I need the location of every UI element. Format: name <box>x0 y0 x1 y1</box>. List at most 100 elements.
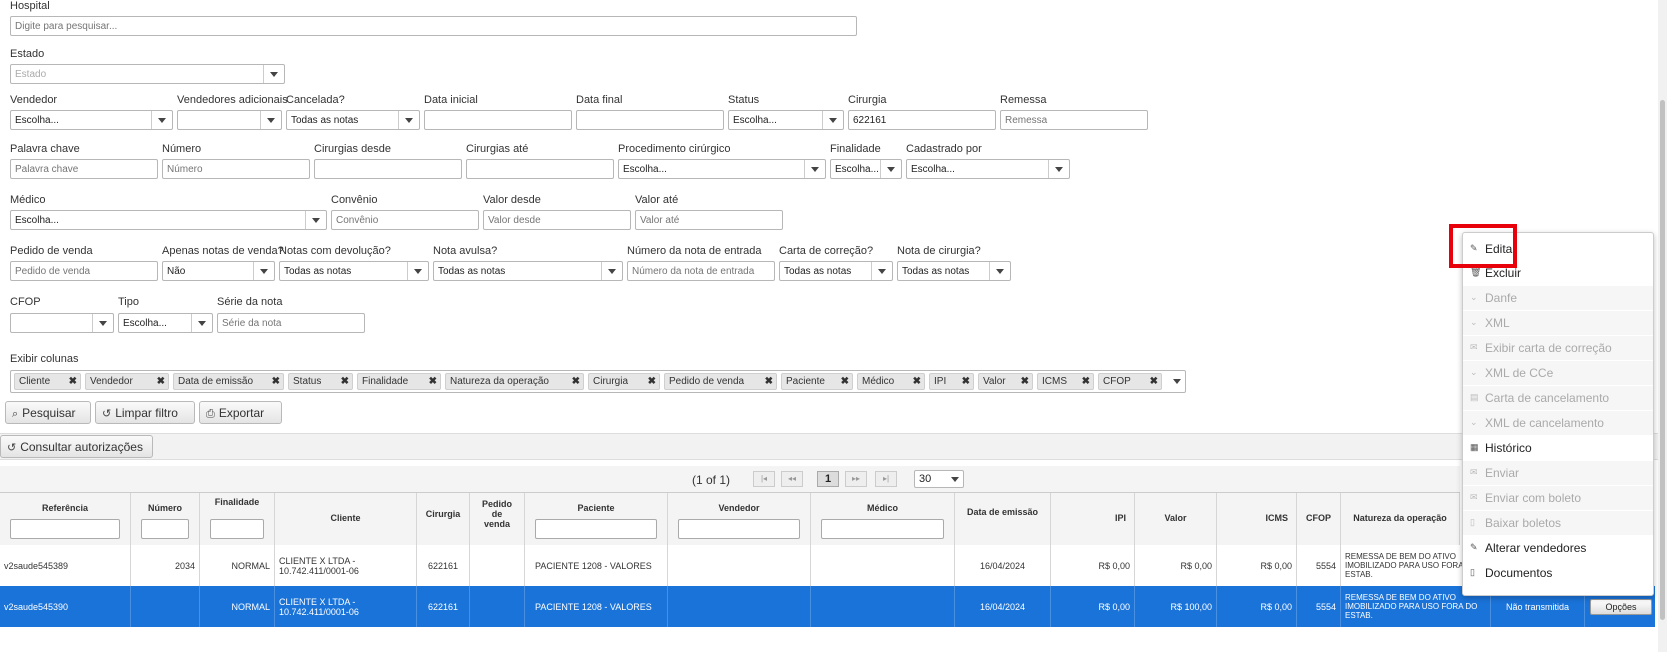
col-finalidade[interactable]: Finalidade <box>200 493 275 545</box>
pedido-venda-input[interactable] <box>10 261 158 281</box>
finalidade-select[interactable]: Escolha... <box>830 159 902 179</box>
procedimento-select[interactable]: Escolha... <box>618 159 826 179</box>
apenas-notas-venda-select[interactable]: Não <box>162 261 275 281</box>
cfop-select[interactable] <box>10 313 114 333</box>
hospital-input[interactable] <box>10 16 857 36</box>
chevron-down-icon <box>398 111 419 129</box>
column-filter-input[interactable] <box>678 519 800 539</box>
remove-tag-icon[interactable]: ✖ <box>272 376 280 387</box>
cirurgias-desde-input[interactable] <box>314 159 462 179</box>
estado-select[interactable]: Estado <box>10 64 285 84</box>
convenio-input[interactable] <box>331 210 479 230</box>
col-icms[interactable]: ICMS <box>1217 493 1297 545</box>
chevron-down-icon <box>92 314 113 332</box>
medico-select[interactable]: Escolha... <box>10 210 327 230</box>
menu-item-alterar-vendedores[interactable]: ✎ Alterar vendedores <box>1463 536 1653 560</box>
table-row-selected[interactable]: v2saude545390 NORMAL CLIENTE X LTDA - 10… <box>0 586 1655 627</box>
opcoes-button[interactable]: Opções <box>1590 599 1652 615</box>
refresh-icon: ↺ <box>102 408 112 420</box>
status-select[interactable]: Escolha... <box>728 110 844 130</box>
valor-desde-label: Valor desde <box>483 194 541 206</box>
refresh-icon: ↺ <box>7 442 17 454</box>
chevron-icon: ⌄ <box>1470 367 1478 377</box>
remove-tag-icon[interactable]: ✖ <box>1082 376 1090 387</box>
remove-tag-icon[interactable]: ✖ <box>962 376 970 387</box>
columns-multiselect[interactable]: Cliente ✖ Vendedor ✖ Data de emissão ✖ Stat… <box>10 370 1186 393</box>
next-page-icon[interactable]: ▸▸ <box>845 471 867 487</box>
cirurgias-ate-input[interactable] <box>466 159 614 179</box>
scrollbar-thumb[interactable] <box>1660 100 1665 620</box>
remove-tag-icon[interactable]: ✖ <box>157 376 165 387</box>
cadastrado-por-select[interactable]: Escolha... <box>906 159 1070 179</box>
col-natureza[interactable]: Natureza da operação <box>1341 493 1460 545</box>
chevron-down-icon <box>151 111 172 129</box>
col-cfop[interactable]: CFOP <box>1297 493 1341 545</box>
data-inicial-input[interactable] <box>424 110 572 130</box>
numero-input[interactable] <box>162 159 310 179</box>
data-final-input[interactable] <box>576 110 724 130</box>
column-filter-input[interactable] <box>10 519 120 539</box>
prev-page-icon[interactable]: ◂◂ <box>781 471 803 487</box>
column-filter-input[interactable] <box>535 519 657 539</box>
consultar-autorizacoes-button[interactable]: ↺ Consultar autorizações <box>0 435 153 458</box>
remove-tag-icon[interactable]: ✖ <box>913 376 921 387</box>
notas-devolucao-select[interactable]: Todas as notas <box>279 261 429 281</box>
table-header: Referência Número Finalidade Cliente Cir… <box>0 492 1460 546</box>
chevron-down-icon <box>260 111 281 129</box>
column-filter-input[interactable] <box>210 519 264 539</box>
table-row[interactable]: v2saude545389 2034 NORMAL CLIENTE X LTDA… <box>0 545 1655 587</box>
valor-ate-input[interactable] <box>635 210 783 230</box>
exportar-button[interactable]: ⎙ Exportar <box>199 401 282 424</box>
last-page-icon[interactable]: ▸| <box>875 471 897 487</box>
col-cliente[interactable]: Cliente <box>275 493 417 545</box>
nota-cirurgia-select[interactable]: Todas as notas <box>897 261 1011 281</box>
col-medico[interactable]: Médico <box>811 493 955 545</box>
tipo-select[interactable]: Escolha... <box>118 313 213 333</box>
limpar-filtro-button[interactable]: ↺ Limpar filtro <box>95 401 195 424</box>
palavra-chave-label: Palavra chave <box>10 143 80 155</box>
numero-nota-entrada-input[interactable] <box>627 261 775 281</box>
column-filter-input[interactable] <box>821 519 944 539</box>
valor-desde-input[interactable] <box>483 210 631 230</box>
col-pedido-venda[interactable]: Pedido de venda <box>470 493 525 545</box>
vendedores-adicionais-select[interactable] <box>177 110 282 130</box>
col-ipi[interactable]: IPI <box>1051 493 1135 545</box>
remove-tag-icon[interactable]: ✖ <box>341 376 349 387</box>
carta-correcao-select[interactable]: Todas as notas <box>779 261 893 281</box>
col-paciente[interactable]: Paciente <box>525 493 668 545</box>
chevron-down-icon <box>191 314 212 332</box>
serie-nota-input[interactable] <box>217 313 365 333</box>
cancelada-select[interactable]: Todas as notas <box>286 110 420 130</box>
first-page-icon[interactable]: |◂ <box>753 471 775 487</box>
menu-item-documentos[interactable]: ▯ Documentos <box>1463 561 1653 585</box>
menu-item-historico[interactable]: ▦ Histórico <box>1463 436 1653 460</box>
paginator: (1 of 1) |◂ ◂◂ 1 ▸▸ ▸| 30 <box>0 466 1460 492</box>
column-filter-input[interactable] <box>141 519 189 539</box>
remove-tag-icon[interactable]: ✖ <box>765 376 773 387</box>
remove-tag-icon[interactable]: ✖ <box>1150 376 1158 387</box>
cell-paciente: PACIENTE 1208 - VALORES <box>525 586 668 627</box>
cirurgia-input[interactable] <box>848 110 996 130</box>
col-numero[interactable]: Número <box>131 493 200 545</box>
palavra-chave-input[interactable] <box>10 159 158 179</box>
col-referencia[interactable]: Referência <box>0 493 131 545</box>
vendedor-select[interactable]: Escolha... <box>10 110 173 130</box>
remove-tag-icon[interactable]: ✖ <box>841 376 849 387</box>
page-number-button[interactable]: 1 <box>817 471 839 487</box>
export-icon: ⎙ <box>206 408 215 420</box>
rows-per-page-select[interactable]: 30 <box>914 470 964 488</box>
remove-tag-icon[interactable]: ✖ <box>429 376 437 387</box>
chevron-down-icon[interactable] <box>1173 379 1181 384</box>
pesquisar-button[interactable]: ⌕ Pesquisar <box>5 401 91 424</box>
col-vendedor[interactable]: Vendedor <box>668 493 811 545</box>
nota-avulsa-select[interactable]: Todas as notas <box>433 261 623 281</box>
remove-tag-icon[interactable]: ✖ <box>648 376 656 387</box>
remove-tag-icon[interactable]: ✖ <box>1021 376 1029 387</box>
remessa-input[interactable] <box>1000 110 1148 130</box>
col-data-emissao[interactable]: Data de emissão <box>955 493 1051 545</box>
remove-tag-icon[interactable]: ✖ <box>572 376 580 387</box>
col-cirurgia[interactable]: Cirurgia <box>417 493 470 545</box>
col-valor[interactable]: Valor <box>1135 493 1217 545</box>
remove-tag-icon[interactable]: ✖ <box>69 376 77 387</box>
cell-cliente: CLIENTE X LTDA - 10.742.411/0001-06 <box>275 586 417 627</box>
